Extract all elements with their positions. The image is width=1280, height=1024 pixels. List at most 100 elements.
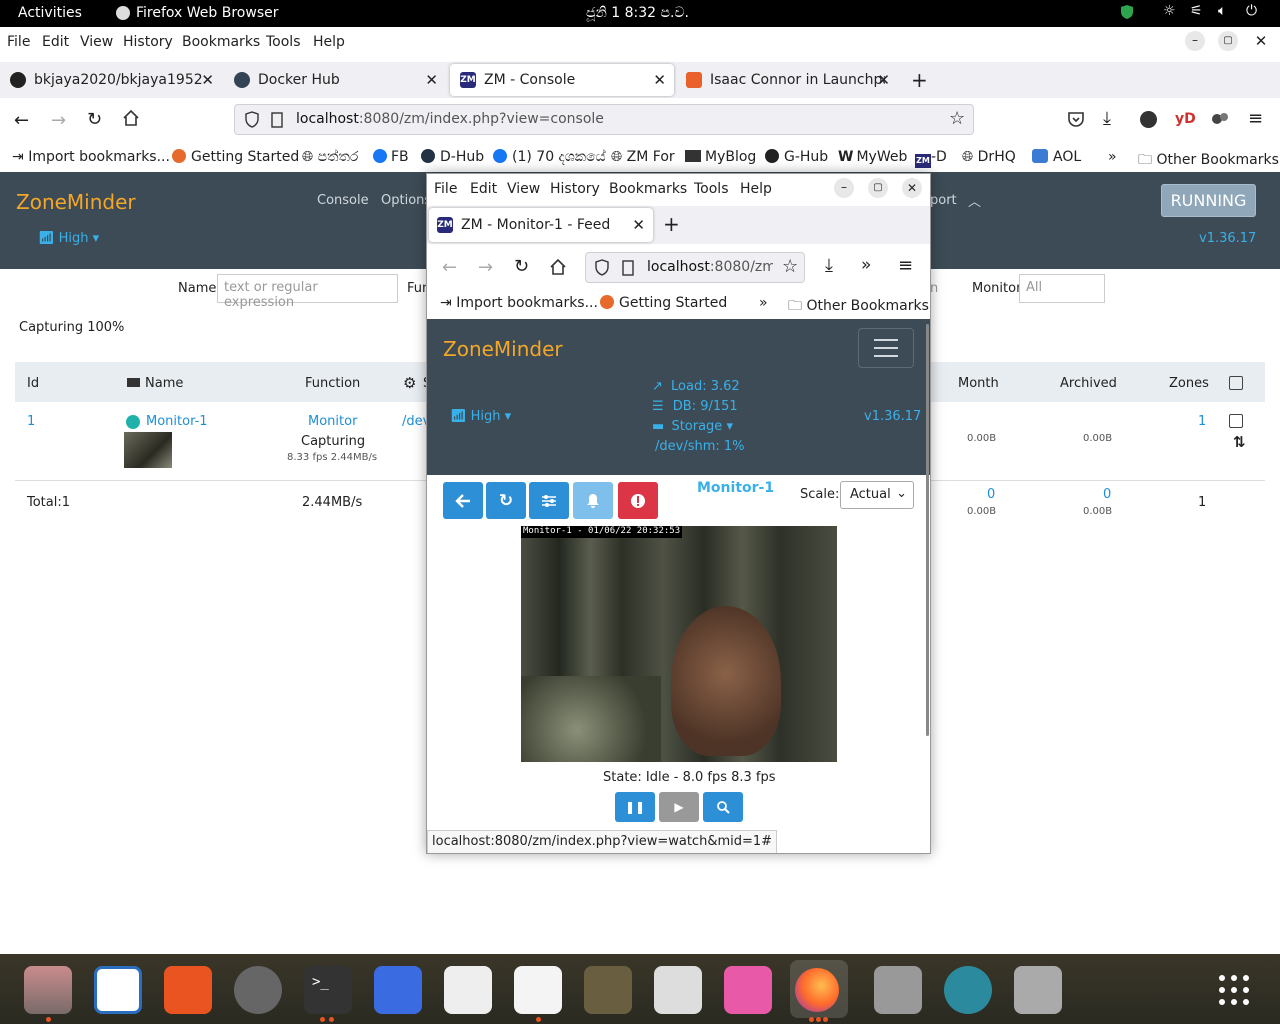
monitor-name-title[interactable]: Monitor-1	[697, 480, 774, 496]
files-icon[interactable]	[24, 966, 72, 1014]
bookmark-ghub[interactable]: G-Hub	[765, 149, 828, 165]
hamburger-menu-icon[interactable]: ≡	[898, 255, 913, 276]
popup-tab-feed[interactable]: ZM ZM - Monitor-1 - Feed ✕	[429, 208, 653, 242]
db-indicator[interactable]: ☰ DB: 9/151	[652, 399, 738, 414]
select-all-checkbox[interactable]	[1229, 376, 1243, 390]
tab-github[interactable]: bkjaya2020/bkjaya1952-do ✕	[0, 62, 222, 98]
storage-dropdown[interactable]: ▬ Storage ▾	[652, 419, 733, 434]
nav-console[interactable]: Console	[317, 193, 369, 208]
bookmark-star-icon[interactable]: ☆	[782, 256, 798, 277]
bookmark-other[interactable]: 🗀 Other Bookmarks	[1138, 149, 1279, 173]
popup-reload-button[interactable]: ↻	[514, 256, 529, 277]
alarm-bell-icon[interactable]	[573, 482, 613, 519]
home-button[interactable]	[122, 109, 140, 127]
yd-extension-icon[interactable]: yD	[1175, 111, 1196, 127]
bookmark-70s[interactable]: (1) 70 දශකයේ	[493, 149, 606, 165]
software-store-icon[interactable]	[164, 966, 212, 1014]
popup-home-button[interactable]	[549, 258, 567, 276]
close-tab-icon[interactable]: ✕	[425, 71, 438, 89]
gimp-icon[interactable]	[584, 966, 632, 1014]
menu-tools[interactable]: Tools	[266, 34, 301, 50]
total-month-link[interactable]: 0	[987, 487, 995, 502]
maximize-button[interactable]: ▢	[1218, 31, 1238, 51]
zoom-icon[interactable]	[703, 792, 743, 822]
navbar-toggle-button[interactable]	[858, 328, 914, 368]
network-icon[interactable]: ⚟	[1190, 3, 1203, 19]
popup-menu-view[interactable]: View	[507, 181, 540, 197]
back-button[interactable]: ←	[14, 110, 29, 131]
scale-select[interactable]: Actual ⌄	[840, 481, 914, 509]
filter-name-input[interactable]: text or regular expression	[217, 274, 398, 310]
popup-menu-history[interactable]: History	[550, 181, 600, 197]
force-alarm-icon[interactable]	[618, 482, 658, 519]
clock[interactable]: ජූනි 1 8:32 ප.ව.	[586, 5, 689, 21]
popup-menu-help[interactable]: Help	[740, 181, 772, 197]
popup-menu-edit[interactable]: Edit	[470, 181, 497, 197]
popup-menu-bookmarks[interactable]: Bookmarks	[609, 181, 687, 197]
screenshot-icon[interactable]	[374, 966, 422, 1014]
downloads-icon[interactable]: ⤓	[825, 255, 833, 276]
bookmark-other[interactable]: 🗀 Other Bookmarks	[788, 295, 929, 319]
maxima-icon[interactable]	[944, 966, 992, 1014]
popup-menu-tools[interactable]: Tools	[694, 181, 729, 197]
gear-icon[interactable]: ⚙	[403, 374, 416, 392]
updater-icon[interactable]	[234, 966, 282, 1014]
tracking-shield-icon[interactable]	[244, 111, 260, 128]
bookmark-paththara[interactable]: 🌐︎ පත්තර	[302, 149, 358, 165]
live-video-feed[interactable]: Monitor-1 - 01/06/22 20:32:53	[521, 526, 837, 762]
forward-button[interactable]: →	[51, 110, 66, 131]
nav-options[interactable]: Options	[381, 193, 431, 208]
hamburger-menu-icon[interactable]: ≡	[1248, 108, 1263, 129]
back-to-console-button[interactable]	[443, 482, 483, 519]
zm-version[interactable]: v1.36.17	[1199, 231, 1256, 246]
terminal-icon[interactable]: >_	[304, 966, 352, 1014]
tab-docker-hub[interactable]: Docker Hub ✕	[224, 62, 446, 98]
app-menu[interactable]: Firefox Web Browser	[136, 5, 279, 21]
col-id[interactable]: Id	[27, 376, 39, 391]
document-scanner-icon[interactable]	[654, 966, 702, 1014]
monitor-name-link[interactable]: Monitor-1	[146, 414, 208, 429]
bookmark-import[interactable]: ⇥ Import bookmarks...	[12, 149, 170, 165]
dictionary-icon[interactable]	[444, 966, 492, 1014]
close-tab-icon[interactable]: ✕	[201, 71, 214, 89]
bookmark-getting-started[interactable]: Getting Started	[600, 295, 727, 311]
bookmark-myweb[interactable]: W MyWeb	[838, 149, 907, 165]
close-window-button[interactable]: ✕	[1251, 31, 1271, 51]
monitor-thumbnail[interactable]	[124, 432, 172, 468]
bookmark-import[interactable]: ⇥ Import bookmarks...	[440, 295, 598, 311]
more-bookmarks-chevron-icon[interactable]: »	[759, 295, 768, 311]
pocket-icon[interactable]	[1067, 110, 1085, 128]
power-icon[interactable]: ⏻	[1246, 3, 1257, 19]
popup-back-button[interactable]: ←	[442, 257, 457, 278]
page-info-icon[interactable]	[622, 260, 634, 276]
bandwidth-dropdown[interactable]: 📶︎ High ▾	[38, 231, 99, 246]
writer-icon[interactable]	[94, 966, 142, 1014]
close-tab-icon[interactable]: ✕	[653, 71, 666, 89]
zones-link[interactable]: 1	[1198, 414, 1206, 429]
popup-forward-button[interactable]: →	[478, 257, 493, 278]
filter-monitor-select[interactable]: All	[1019, 274, 1105, 303]
shm-indicator[interactable]: /dev/shm: 1%	[655, 439, 745, 454]
page-info-icon[interactable]	[271, 112, 283, 128]
show-apps-grid-icon[interactable]	[1216, 972, 1252, 1008]
monitor-function-link[interactable]: Monitor	[308, 414, 357, 429]
account-icon[interactable]	[1140, 111, 1157, 128]
file-cabinet-icon[interactable]	[874, 966, 922, 1014]
popup-url-bar[interactable]: localhost:8080/zm/i ☆	[585, 252, 805, 283]
popup-new-tab-button[interactable]: +	[663, 212, 680, 236]
shield-icon[interactable]	[1120, 4, 1134, 20]
settings-sliders-icon[interactable]	[529, 482, 569, 519]
col-function[interactable]: Function	[305, 376, 360, 391]
bookmark-fb[interactable]: FB	[373, 149, 409, 165]
bookmark-zm-d[interactable]: ZM-D	[915, 149, 947, 168]
col-name[interactable]: Name	[127, 376, 183, 391]
popup-close-button[interactable]: ✕	[902, 178, 922, 198]
more-bookmarks-chevron-icon[interactable]: »	[1108, 149, 1117, 165]
downloads-icon[interactable]: ⤓	[1103, 108, 1111, 129]
tab-launchpad[interactable]: Isaac Connor in Launchpad ✕	[676, 62, 898, 98]
zm-logo[interactable]: ZoneMinder	[16, 190, 136, 214]
menu-edit[interactable]: Edit	[42, 34, 69, 50]
menu-history[interactable]: History	[123, 34, 173, 50]
bookmark-aol[interactable]: AOL	[1032, 149, 1081, 165]
overflow-chevron-icon[interactable]: »	[861, 255, 871, 275]
